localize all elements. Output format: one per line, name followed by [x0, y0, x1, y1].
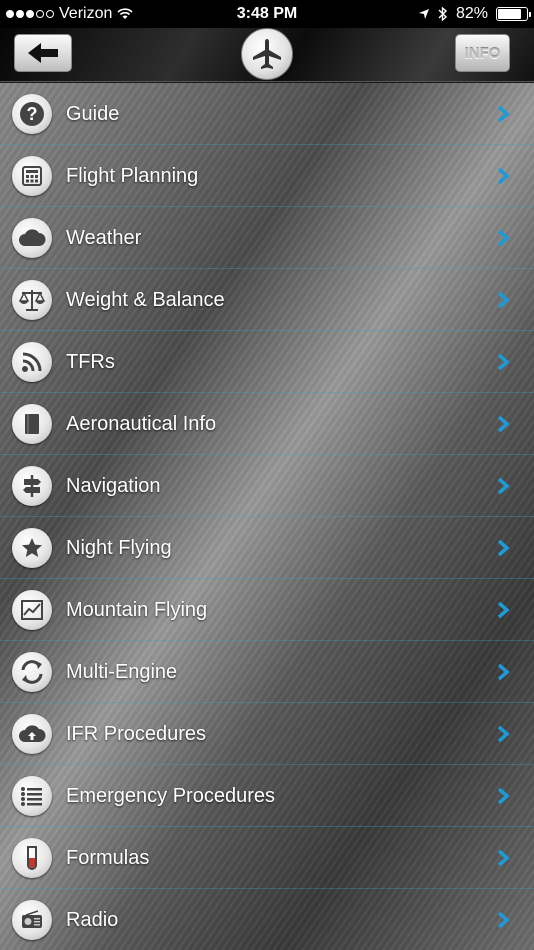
menu-item-mountain-flying[interactable]: Mountain Flying [0, 579, 534, 641]
menu-item-formulas[interactable]: Formulas [0, 827, 534, 889]
menu-item-label: Formulas [66, 847, 150, 869]
arrow-left-icon [28, 43, 58, 63]
chevron-right-icon [497, 229, 510, 247]
bluetooth-icon [438, 6, 447, 22]
chevron-right-icon [497, 539, 510, 557]
menu-item-aeronautical-info[interactable]: Aeronautical Info [0, 393, 534, 455]
cloud-icon [19, 229, 46, 246]
status-bar: Verizon 3:48 PM 82% [0, 0, 534, 28]
sync-icon [21, 660, 43, 684]
menu-item-tfrs[interactable]: TFRs [0, 331, 534, 393]
chevron-right-icon [497, 911, 510, 929]
menu-item-label: Aeronautical Info [66, 413, 217, 435]
menu-item-multi-engine[interactable]: Multi-Engine [0, 641, 534, 703]
status-right: 82% [418, 5, 531, 23]
chevron-right-icon [497, 787, 510, 805]
menu-item-weather[interactable]: Weather [0, 207, 534, 269]
menu-item-ifr-procedures[interactable]: IFR Procedures [0, 703, 534, 765]
menu-item-label: Mountain Flying [66, 599, 208, 621]
menu-item-label: IFR Procedures [66, 723, 207, 745]
menu-item-weight-balance[interactable]: Weight & Balance [0, 269, 534, 331]
location-icon [418, 9, 429, 19]
menu-item-label: TFRs [66, 351, 115, 373]
svg-text:?: ? [27, 104, 38, 124]
scale-icon [19, 290, 45, 311]
chevron-right-icon [497, 477, 510, 495]
cloud-upload-icon [19, 725, 46, 742]
airplane-icon [253, 39, 281, 69]
chart-icon [21, 600, 43, 620]
menu-item-label: Night Flying [66, 537, 172, 559]
menu-item-label: Emergency Procedures [66, 785, 275, 807]
home-button[interactable] [241, 28, 293, 80]
chevron-right-icon [497, 105, 510, 123]
question-icon: ? [20, 102, 44, 126]
info-button[interactable]: INFO [455, 34, 510, 72]
book-icon [25, 414, 39, 434]
menu-item-night-flying[interactable]: Night Flying [0, 517, 534, 579]
chevron-right-icon [497, 663, 510, 681]
chevron-right-icon [497, 291, 510, 309]
menu-list: ? Guide Flight Planning Weather Weight &… [0, 83, 534, 950]
chevron-right-icon [497, 353, 510, 371]
menu-item-label: Radio [66, 909, 119, 931]
list-icon [21, 787, 42, 806]
battery-icon [496, 7, 531, 21]
chevron-right-icon [497, 167, 510, 185]
radio-icon [22, 910, 42, 928]
menu-item-label: Weather [66, 227, 142, 249]
menu-item-flight-planning[interactable]: Flight Planning [0, 145, 534, 207]
test-tube-icon [27, 846, 37, 870]
back-button[interactable] [14, 34, 72, 72]
menu-item-label: Flight Planning [66, 165, 199, 187]
chevron-right-icon [497, 601, 510, 619]
signpost-icon [23, 475, 41, 497]
menu-item-label: Navigation [66, 475, 161, 497]
menu-item-radio[interactable]: Radio [0, 889, 534, 950]
star-icon [22, 538, 42, 557]
menu-item-label: Guide [66, 103, 120, 125]
nav-bar: INFO [0, 28, 534, 82]
menu-item-guide[interactable]: ? Guide [0, 83, 534, 145]
chevron-right-icon [497, 415, 510, 433]
chevron-right-icon [497, 725, 510, 743]
battery-fill [498, 9, 521, 19]
chevron-right-icon [497, 849, 510, 867]
menu-item-emergency-procedures[interactable]: Emergency Procedures [0, 765, 534, 827]
calculator-icon [22, 166, 42, 186]
rss-icon [22, 352, 42, 372]
battery-percent: 82% [455, 5, 488, 22]
menu-item-label: Weight & Balance [66, 289, 225, 311]
menu-item-navigation[interactable]: Navigation [0, 455, 534, 517]
menu-item-label: Multi-Engine [66, 661, 178, 683]
